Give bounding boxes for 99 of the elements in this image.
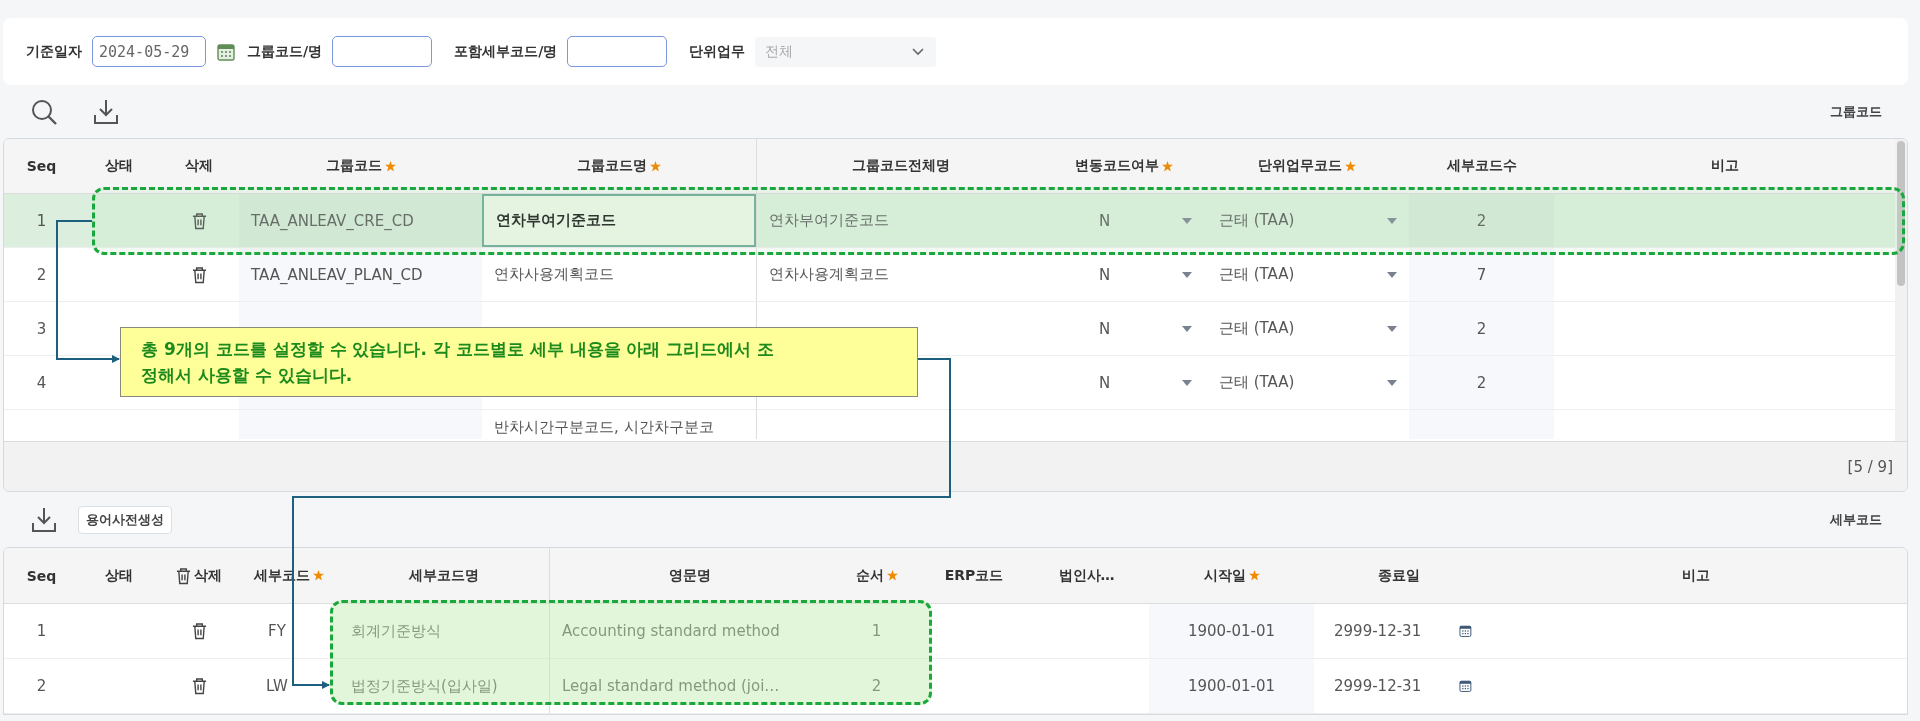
download-icon[interactable]	[30, 505, 58, 534]
required-icon	[313, 570, 324, 581]
table-row[interactable]: 2 TAA_ANLEAV_PLAN_CD 연차사용계획코드 연차사용계획코드 N 근태 (TAA) 7	[4, 248, 1895, 302]
column-header: ERP코드	[944, 566, 1004, 585]
table-cell: 연차사용계획코드	[769, 265, 889, 284]
required-icon	[886, 570, 898, 581]
dropdown-cell[interactable]: 근태 (TAA)	[1204, 194, 1409, 247]
required-icon	[1248, 570, 1260, 581]
trash-icon[interactable]	[176, 566, 191, 585]
field-label: 포함세부코드/명	[454, 42, 558, 61]
dropdown-cell[interactable]: 근태 (TAA)	[1204, 356, 1409, 409]
column-header: 순서	[855, 566, 884, 585]
table-cell: 1	[36, 211, 47, 230]
dropdown-cell[interactable]: N	[1044, 248, 1204, 301]
dictionary-button[interactable]: 용어사전생성	[78, 505, 172, 534]
trash-icon[interactable]	[191, 677, 207, 695]
table-cell: 2	[36, 265, 47, 284]
table-cell: 2999-12-31	[1334, 677, 1422, 695]
text-field[interactable]	[332, 36, 433, 67]
table-cell: 1	[871, 622, 882, 640]
dropdown-cell[interactable]: N	[1044, 194, 1204, 247]
column-header: 종료일	[1378, 566, 1420, 585]
page-counter: [5 / 9]	[1847, 457, 1893, 476]
table-cell: Accounting standard method	[562, 622, 780, 640]
trash-icon[interactable]	[191, 622, 207, 640]
caret-icon	[1182, 217, 1192, 224]
table-cell: LW	[266, 677, 288, 695]
section-title: 그룹코드	[1830, 102, 1882, 121]
table-cell: 1900-01-01	[1187, 622, 1276, 640]
column-header: Seq	[26, 567, 57, 584]
column-header: 비고	[1681, 566, 1710, 585]
required-icon	[384, 160, 396, 172]
table-cell: 1900-01-01	[1187, 677, 1276, 695]
table-row[interactable]: 1 TAA_ANLEAV_CRE_CD 연차부여기준코드 연차부여기준코드 N 근태 (TAA) 2	[4, 194, 1895, 248]
column-header: 상태	[105, 157, 133, 175]
column-header: Seq	[26, 158, 57, 174]
column-header: 상태	[105, 566, 133, 585]
caret-icon	[1387, 379, 1397, 386]
section-title: 세부코드	[1830, 510, 1882, 529]
caret-icon	[1387, 325, 1397, 332]
chevron-down-icon	[912, 47, 925, 56]
calendar-icon[interactable]	[217, 42, 235, 61]
caret-icon	[1387, 271, 1397, 278]
table-cell: 3	[36, 319, 47, 338]
table-cell: 법정기준방식(입사일)	[351, 676, 498, 696]
table-cell: 연차부여기준코드	[496, 211, 616, 230]
column-header: 삭제	[194, 566, 222, 585]
dropdown-cell[interactable]: 근태 (TAA)	[1204, 302, 1409, 355]
required-icon	[1162, 160, 1173, 172]
field-label: 그룹코드/명	[247, 42, 323, 61]
date-field[interactable]: 2024-05-29	[92, 36, 206, 67]
column-header: 그룹코드전체명	[851, 157, 950, 175]
field-label: 단위업무	[689, 42, 746, 61]
table-cell: 2999-12-31	[1334, 622, 1422, 640]
table-cell: 4	[36, 373, 47, 392]
table-cell: TAA_ANLEAV_CRE_CD	[251, 211, 414, 230]
column-header: 변동코드여부	[1075, 157, 1159, 175]
column-header: 세부코드수	[1446, 157, 1517, 175]
callout-note: 총 9개의 코드를 설정할 수 있습니다. 각 코드별로 세부 내용을 아래 그리드에서 조 정해서 사용할 수 있습니다.	[120, 327, 918, 397]
table-cell: 연차부여기준코드	[769, 211, 889, 230]
column-header: 세부코드명	[409, 566, 479, 585]
column-header: 그룹코드	[325, 157, 382, 175]
search-icon[interactable]	[30, 97, 58, 126]
caret-icon	[1387, 217, 1397, 224]
table-cell: 2	[36, 677, 47, 695]
table-cell: 7	[1476, 265, 1487, 284]
scrollbar[interactable]	[1895, 139, 1907, 441]
table-cell: 2	[871, 677, 882, 695]
caret-icon	[1182, 325, 1192, 332]
required-icon	[1344, 160, 1356, 172]
caret-icon	[1182, 271, 1192, 278]
table-cell: 회계기준방식	[351, 621, 441, 641]
dropdown-cell[interactable]: N	[1044, 302, 1204, 355]
column-header: 삭제	[185, 157, 213, 175]
dropdown-cell[interactable]: N	[1044, 356, 1204, 409]
table-cell: 반차시간구분코드, 시간차구분코	[494, 418, 714, 437]
table-cell: 2	[1476, 319, 1487, 338]
trash-icon[interactable]	[191, 265, 207, 284]
table-cell: TAA_ANLEAV_PLAN_CD	[251, 265, 423, 284]
column-header: 비고	[1710, 157, 1739, 175]
table-row[interactable]: 반차시간구분코드, 시간차구분코	[4, 410, 1895, 439]
column-header: 법인사…	[1058, 566, 1115, 585]
table-cell: 연차사용계획코드	[494, 265, 614, 284]
table-cell: FY	[268, 622, 286, 640]
caret-icon	[1182, 379, 1192, 386]
column-header: 시작일	[1203, 566, 1246, 585]
field-label: 기준일자	[26, 42, 82, 61]
column-header: 그룹코드명	[577, 157, 647, 175]
table-cell: 2	[1476, 373, 1487, 392]
dropdown-cell[interactable]: 근태 (TAA)	[1204, 248, 1409, 301]
column-header: 단위업무코드	[1257, 157, 1342, 175]
column-header: 영문명	[668, 566, 711, 585]
table-cell: 2	[1476, 211, 1487, 230]
table-cell: Legal standard method (joi…	[562, 677, 780, 695]
text-field[interactable]	[567, 36, 668, 67]
required-icon	[650, 160, 661, 172]
download-icon[interactable]	[92, 97, 120, 126]
trash-icon[interactable]	[191, 211, 207, 230]
table-cell: 1	[36, 622, 47, 640]
